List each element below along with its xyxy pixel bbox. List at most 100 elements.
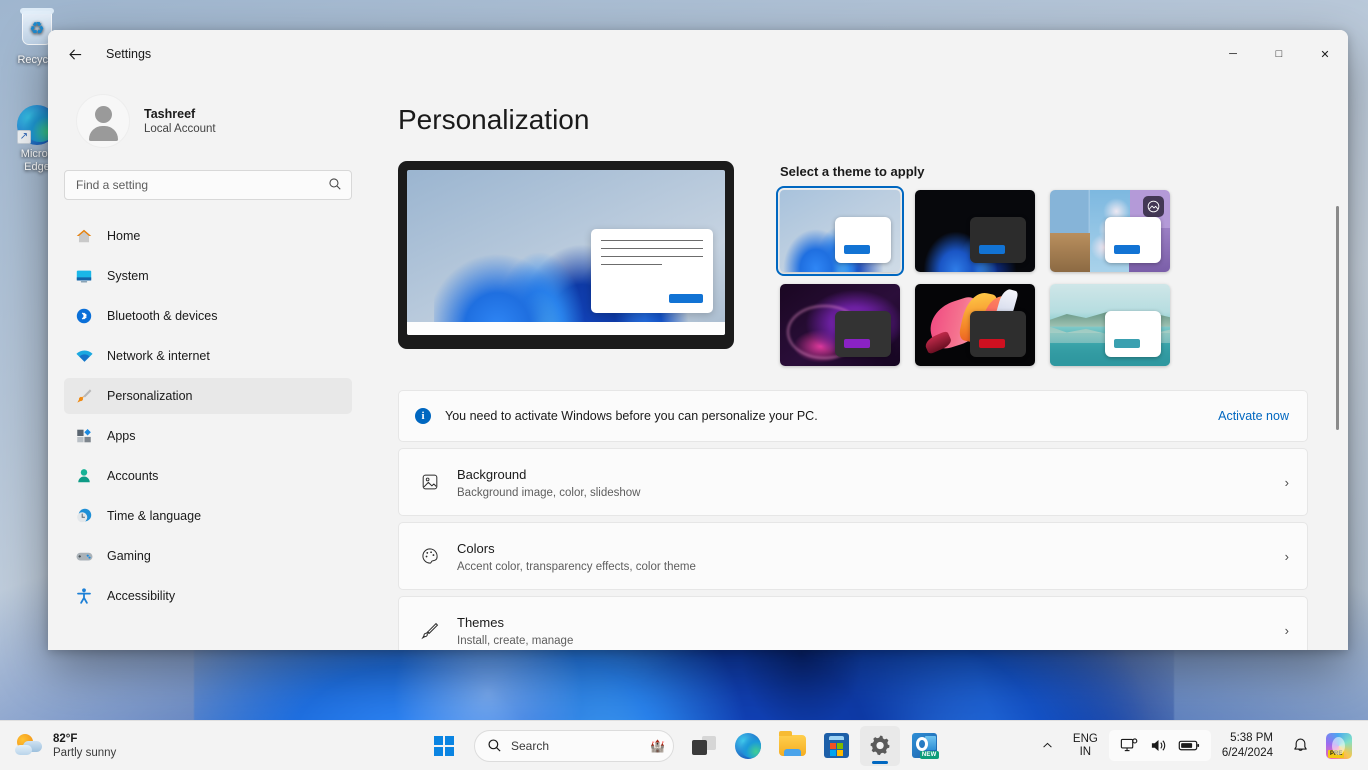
sidebar-item-label: Personalization [107, 389, 193, 403]
start-button[interactable] [424, 726, 464, 766]
search-input[interactable] [64, 170, 352, 200]
copilot-icon: PRE [1326, 732, 1352, 759]
search-illustration-icon: 🏰 [650, 738, 665, 753]
page-title: Personalization [398, 104, 590, 135]
setting-row-colors[interactable]: Colors Accent color, transparency effect… [398, 522, 1308, 590]
avatar [76, 94, 130, 148]
clock-button[interactable]: 5:38 PM 6/24/2024 [1214, 727, 1281, 765]
back-arrow-icon [68, 48, 81, 60]
activation-banner-text: You need to activate Windows before you … [445, 409, 818, 423]
language-line-1: ENG [1072, 732, 1098, 745]
theme-picker: Select a theme to apply [776, 161, 1308, 366]
copilot-pre-badge: PRE [1328, 749, 1345, 758]
search-icon [487, 738, 502, 753]
desktop-preview [398, 161, 734, 349]
chevron-right-icon: › [1284, 474, 1289, 490]
weather-temperature: 82°F [53, 732, 78, 745]
theme-tile-sunrise-light[interactable] [1050, 284, 1170, 366]
copilot-button[interactable]: PRE [1320, 727, 1358, 765]
person-icon [74, 466, 94, 486]
setting-row-subtitle: Background image, color, slideshow [457, 486, 641, 499]
settings-window[interactable]: Settings ─ □ ✕ Tashreef Local Account Fi… [48, 30, 1348, 650]
sidebar-item-gaming[interactable]: Gaming [64, 538, 352, 574]
main-content: Personalization Select a theme to apply … [370, 78, 1348, 650]
theme-tile-glow-slideshow[interactable] [1050, 190, 1170, 272]
window-title: Settings [106, 47, 152, 61]
volume-icon [1149, 737, 1168, 754]
network-icon [1120, 737, 1139, 754]
gear-icon [868, 733, 893, 758]
preview-window-card [591, 229, 713, 314]
scrollbar-thumb[interactable] [1336, 206, 1339, 430]
sidebar-item-accessibility[interactable]: Accessibility [64, 578, 352, 614]
taskbar-button-file-explorer[interactable] [772, 726, 812, 766]
setting-row-background[interactable]: Background Background image, color, slid… [398, 448, 1308, 516]
quick-settings-button[interactable] [1108, 730, 1211, 761]
sidebar-item-label: Gaming [107, 549, 151, 563]
taskbar-button-outlook[interactable]: NEW [904, 726, 944, 766]
outlook-new-badge: NEW [919, 751, 939, 759]
task-view-icon [692, 736, 716, 755]
theme-tile-flow-dark[interactable] [915, 284, 1035, 366]
setting-row-subtitle: Install, create, manage [457, 634, 574, 647]
taskbar-button-task-view[interactable] [684, 726, 724, 766]
clock-icon [74, 506, 94, 526]
tray-date: 6/24/2024 [1221, 746, 1273, 759]
main-scrollbar[interactable] [1332, 92, 1342, 640]
window-controls: ─ □ ✕ [1210, 30, 1348, 78]
chevron-up-icon [1043, 742, 1052, 748]
sidebar-item-label: Accessibility [107, 589, 176, 603]
tray-overflow-button[interactable] [1033, 727, 1062, 765]
taskbar: 82°F Partly sunny Search 🏰 NEW ENG IN 5:… [0, 720, 1368, 770]
battery-icon [1178, 738, 1200, 753]
theme-tile-captured-motion-dark[interactable] [780, 284, 900, 366]
theme-tile-windows-dark[interactable] [915, 190, 1035, 272]
sidebar-item-home[interactable]: Home [64, 218, 352, 254]
sidebar-item-apps[interactable]: Apps [64, 418, 352, 454]
chevron-right-icon: › [1284, 548, 1289, 564]
taskbar-search[interactable]: Search 🏰 [474, 729, 674, 762]
maximize-button[interactable]: □ [1256, 30, 1302, 78]
language-indicator[interactable]: ENG IN [1065, 727, 1106, 765]
sidebar-item-bluetooth-devices[interactable]: Bluetooth & devices [64, 298, 352, 334]
setting-row-title: Colors [457, 540, 495, 556]
taskbar-button-microsoft-store[interactable] [816, 726, 856, 766]
setting-row-subtitle: Accent color, transparency effects, colo… [457, 560, 696, 573]
paintbrush-icon [419, 620, 441, 640]
sidebar: Tashreef Local Account Find a setting Ho… [48, 78, 370, 650]
sidebar-nav: Home System Bluetooth & devices Network … [64, 218, 352, 650]
sidebar-item-accounts[interactable]: Accounts [64, 458, 352, 494]
taskbar-button-edge[interactable] [728, 726, 768, 766]
sidebar-item-network-internet[interactable]: Network & internet [64, 338, 352, 374]
apps-icon [74, 426, 94, 446]
sidebar-item-time-language[interactable]: Time & language [64, 498, 352, 534]
user-profile[interactable]: Tashreef Local Account [64, 78, 352, 148]
folder-icon [778, 731, 806, 756]
setting-row-title: Themes [457, 614, 504, 630]
info-icon: i [415, 408, 431, 424]
setting-row-title: Background [457, 466, 527, 482]
theme-tile-windows-light[interactable] [776, 186, 904, 276]
taskbar-button-settings[interactable] [860, 725, 900, 766]
setting-row-themes[interactable]: Themes Install, create, manage › [398, 596, 1308, 650]
tray-time: 5:38 PM [1230, 731, 1273, 744]
partly-sunny-icon [14, 733, 44, 759]
sidebar-item-personalization[interactable]: Personalization [64, 378, 352, 414]
weather-widget[interactable]: 82°F Partly sunny [0, 732, 116, 760]
profile-account-type: Local Account [144, 123, 216, 135]
windows-start-icon [434, 735, 454, 756]
language-line-2: IN [1079, 745, 1092, 758]
activation-banner: i You need to activate Windows before yo… [398, 390, 1308, 442]
activate-now-link[interactable]: Activate now [1218, 409, 1289, 423]
minimize-button[interactable]: ─ [1210, 30, 1256, 78]
close-button[interactable]: ✕ [1302, 30, 1348, 78]
main-scroll-area: Personalization Select a theme to apply … [398, 78, 1326, 650]
monitor-icon [74, 266, 94, 286]
weather-condition: Partly sunny [53, 746, 117, 759]
notification-button[interactable] [1284, 727, 1317, 765]
back-button[interactable] [58, 38, 92, 70]
paintbrush-icon [74, 386, 94, 406]
sidebar-search [64, 170, 352, 200]
sidebar-item-system[interactable]: System [64, 258, 352, 294]
outlook-icon: NEW [911, 733, 939, 759]
